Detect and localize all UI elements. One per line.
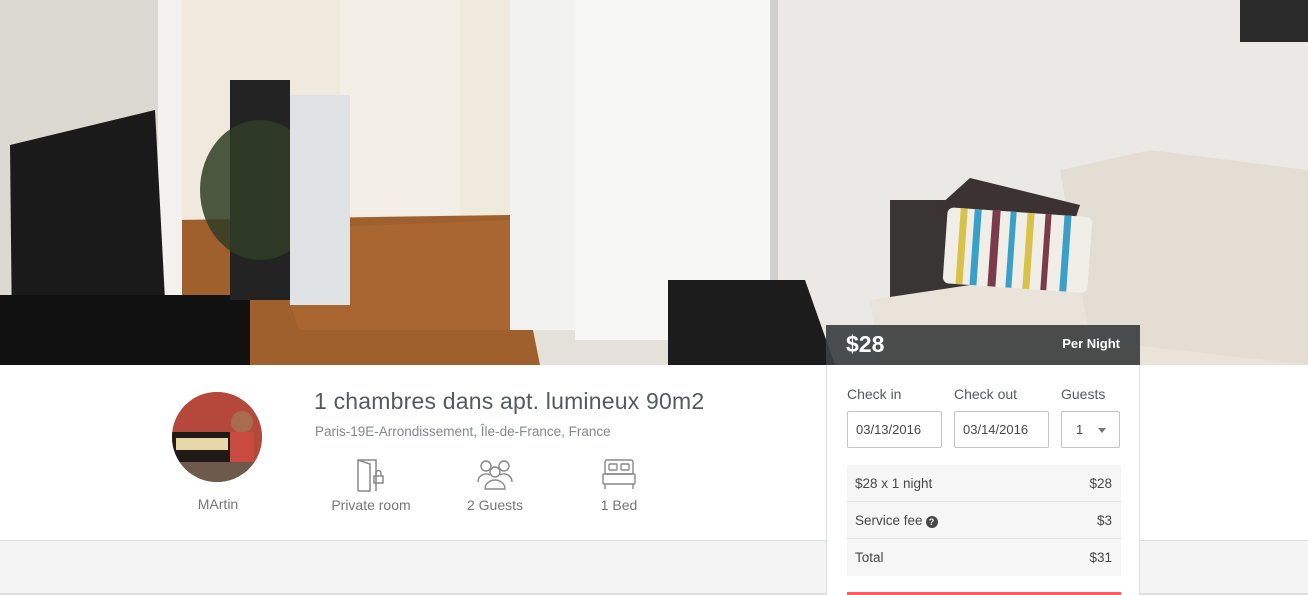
listing-photo[interactable] [0,0,1308,365]
amenity-label: 2 Guests [466,497,524,513]
amenity-beds: 1 Bed [564,458,674,513]
breakdown-value: $28 [1089,476,1112,491]
breakdown-label: Total [855,550,884,565]
help-icon[interactable]: ? [925,516,938,528]
room-photo-illustration [0,0,1308,365]
bed-icon [602,459,636,489]
door-icon [357,459,384,492]
amenity-label: Private room [331,497,411,513]
guests-select-value: 1 [1076,422,1084,437]
guests-select[interactable]: 1 [1061,411,1120,448]
breakdown-row-service-fee: Service fee? $3 [847,502,1121,539]
host-avatar[interactable] [172,392,262,482]
breakdown-value: $3 [1096,513,1112,528]
price-bar: $28 Per Night [826,325,1140,365]
breakdown-label: Service fee [855,513,923,528]
listing-location[interactable]: Paris-19E-Arrondissement, Île-de-France,… [315,424,611,439]
checkin-label: Check in [847,386,902,402]
checkout-label: Check out [954,386,1018,402]
amenity-room-type: Private room [316,458,426,513]
booking-panel: Check in Check out Guests 1 $28 x 1 nigh… [826,365,1140,595]
host-profile[interactable] [172,392,264,482]
amenity-guests: 2 Guests [440,458,550,513]
breakdown-row-nights: $28 x 1 night $28 [847,465,1121,502]
price-unit-label: Per Night [1062,336,1120,351]
chevron-down-icon [1098,428,1106,433]
breakdown-value: $31 [1089,550,1112,565]
breakdown-row-total: Total $31 [847,539,1121,576]
host-name[interactable]: MArtin [160,496,276,512]
guests-icon [477,460,513,490]
guests-label: Guests [1061,386,1106,402]
price-breakdown: $28 x 1 night $28 Service fee? $3 Total … [847,465,1121,576]
checkin-input[interactable] [847,411,942,448]
amenity-label: 1 Bed [600,497,638,513]
checkout-input[interactable] [954,411,1049,448]
breakdown-label: $28 x 1 night [855,476,933,491]
nightly-price: $28 [846,331,885,357]
listing-title: 1 chambres dans apt. lumineux 90m2 [314,388,705,414]
